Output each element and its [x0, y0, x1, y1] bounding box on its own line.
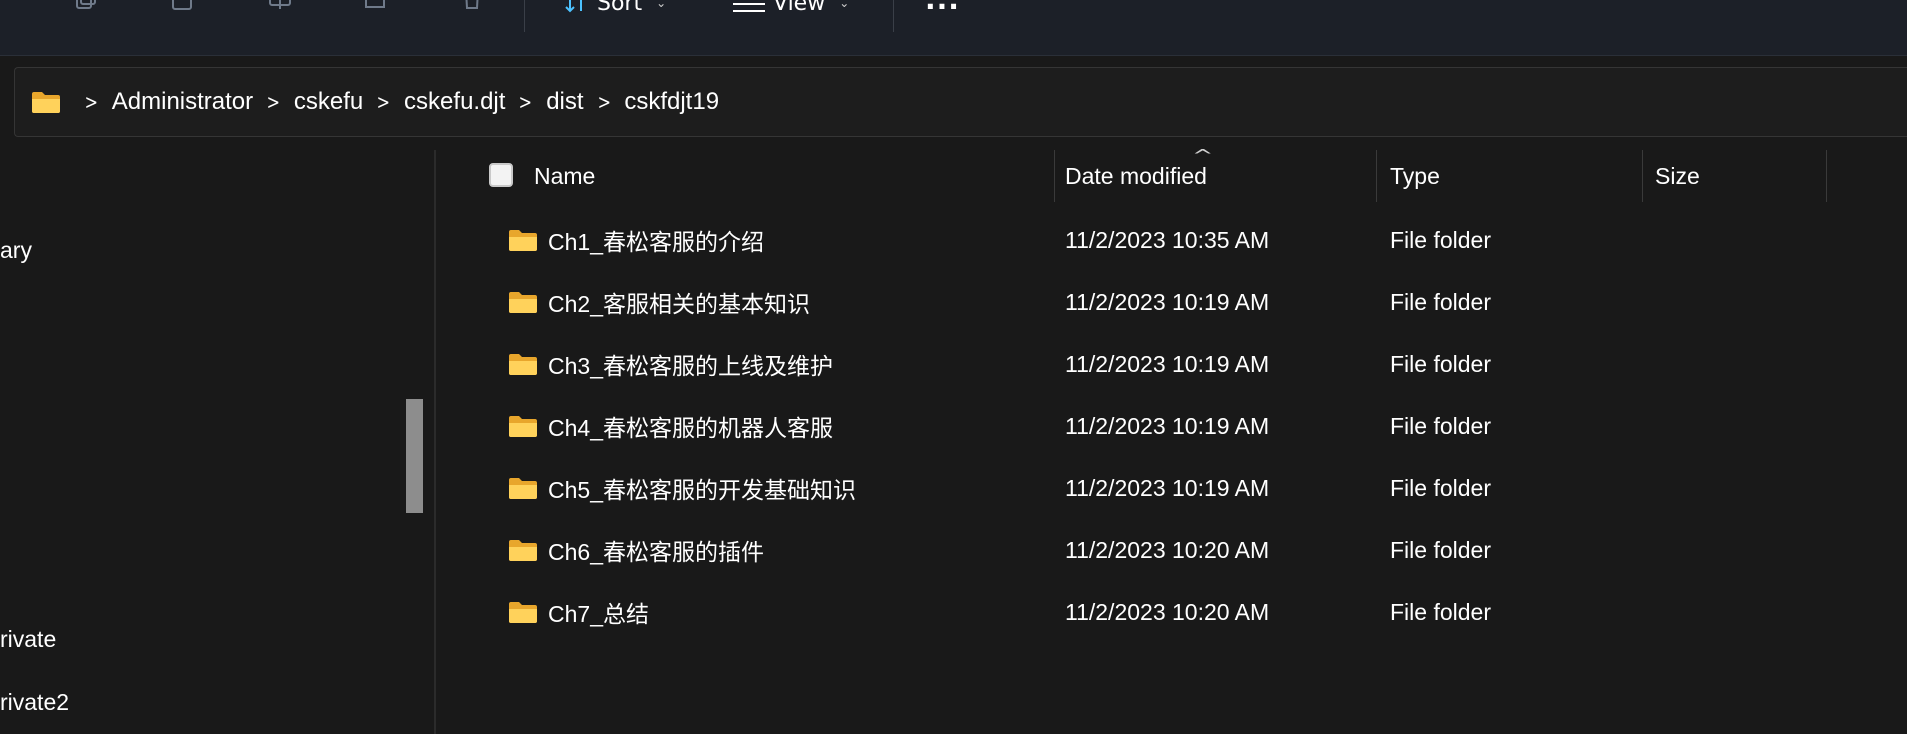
file-name[interactable]: Ch7_总结 — [548, 595, 649, 629]
file-date: 11/2/2023 10:35 AM — [1065, 226, 1270, 253]
view-icon — [733, 3, 765, 12]
chevron-right-icon[interactable]: > — [519, 90, 532, 114]
file-date: 11/2/2023 10:19 AM — [1065, 288, 1270, 315]
toolbar-separator — [893, 0, 894, 32]
column-header-date[interactable]: Date modified — [1065, 150, 1207, 202]
nav-item-private2[interactable]: rivate2 — [0, 689, 69, 716]
folder-icon — [32, 92, 60, 113]
address-bar-area: > Administrator > cskefu > cskefu.djt > … — [0, 56, 1907, 150]
copy-icon[interactable] — [73, 0, 101, 12]
file-row[interactable]: Ch2_客服相关的基本知识 11/2/2023 10:19 AM File fo… — [436, 271, 1907, 333]
chevron-right-icon[interactable]: > — [85, 90, 98, 114]
file-row[interactable]: Ch3_春松客服的上线及维护 11/2/2023 10:19 AM File f… — [436, 333, 1907, 395]
chevron-right-icon[interactable]: > — [377, 90, 390, 114]
file-type: File folder — [1390, 536, 1491, 563]
file-type: File folder — [1390, 226, 1491, 253]
column-header-size[interactable]: Size — [1655, 150, 1700, 202]
select-all-checkbox[interactable] — [489, 163, 513, 187]
paste-icon[interactable] — [168, 0, 196, 12]
file-type: File folder — [1390, 598, 1491, 625]
view-label: View — [773, 0, 826, 16]
column-divider[interactable] — [1376, 150, 1377, 202]
file-name[interactable]: Ch2_客服相关的基本知识 — [548, 285, 810, 319]
folder-icon — [509, 540, 537, 561]
breadcrumb-dist[interactable]: dist — [546, 88, 583, 116]
breadcrumb-cskefu[interactable]: cskefu — [294, 88, 363, 116]
command-bar: Sort ⌄ View ⌄ ··· — [0, 0, 1907, 56]
breadcrumb-cskfdjt19[interactable]: cskfdjt19 — [624, 88, 719, 116]
nav-item-library[interactable]: ary — [0, 237, 32, 264]
file-name[interactable]: Ch5_春松客服的开发基础知识 — [548, 471, 856, 505]
file-date: 11/2/2023 10:19 AM — [1065, 350, 1270, 377]
file-row[interactable]: Ch5_春松客服的开发基础知识 11/2/2023 10:19 AM File … — [436, 457, 1907, 519]
column-divider[interactable] — [1826, 150, 1827, 202]
rename-icon[interactable] — [266, 0, 294, 12]
file-date: 11/2/2023 10:19 AM — [1065, 412, 1270, 439]
file-row[interactable]: Ch4_春松客服的机器人客服 11/2/2023 10:19 AM File f… — [436, 395, 1907, 457]
file-row[interactable]: Ch6_春松客服的插件 11/2/2023 10:20 AM File fold… — [436, 519, 1907, 581]
file-name[interactable]: Ch1_春松客服的介绍 — [548, 223, 764, 257]
column-header-name[interactable]: Name — [534, 150, 595, 202]
chevron-right-icon[interactable]: > — [597, 90, 610, 114]
file-name[interactable]: Ch3_春松客服的上线及维护 — [548, 347, 833, 381]
sort-icon — [565, 0, 582, 13]
chevron-down-icon: ⌄ — [839, 0, 850, 10]
sort-label: Sort — [597, 0, 643, 16]
file-type: File folder — [1390, 412, 1491, 439]
file-date: 11/2/2023 10:20 AM — [1065, 536, 1270, 563]
nav-scrollbar-thumb[interactable] — [406, 399, 423, 513]
file-type: File folder — [1390, 474, 1491, 501]
file-date: 11/2/2023 10:19 AM — [1065, 474, 1270, 501]
breadcrumb-administrator[interactable]: Administrator — [112, 88, 253, 116]
folder-icon — [509, 478, 537, 499]
navigation-pane: ary rivate rivate2 — [0, 150, 434, 734]
more-options-button[interactable]: ··· — [925, 0, 960, 23]
column-header-type[interactable]: Type — [1390, 150, 1440, 202]
file-name[interactable]: Ch6_春松客服的插件 — [548, 533, 764, 567]
column-divider[interactable] — [1642, 150, 1643, 202]
folder-icon — [509, 354, 537, 375]
file-type: File folder — [1390, 350, 1491, 377]
sort-button[interactable]: Sort ⌄ — [563, 0, 666, 16]
folder-icon — [509, 292, 537, 313]
nav-item-private[interactable]: rivate — [0, 626, 56, 653]
breadcrumb-cskefu-djt[interactable]: cskefu.djt — [404, 88, 505, 116]
address-bar[interactable]: > Administrator > cskefu > cskefu.djt > … — [14, 67, 1907, 137]
file-type: File folder — [1390, 288, 1491, 315]
folder-icon — [509, 416, 537, 437]
column-divider[interactable] — [1054, 150, 1055, 202]
toolbar-separator — [524, 0, 525, 32]
column-header-row: ^ Name Date modified Type Size — [436, 146, 1907, 202]
chevron-down-icon: ⌄ — [656, 0, 667, 10]
file-list: ^ Name Date modified Type Size Ch1_春松客服的… — [436, 146, 1907, 734]
file-name[interactable]: Ch4_春松客服的机器人客服 — [548, 409, 833, 443]
file-date: 11/2/2023 10:20 AM — [1065, 598, 1270, 625]
file-row[interactable]: Ch1_春松客服的介绍 11/2/2023 10:35 AM File fold… — [436, 209, 1907, 271]
share-icon[interactable] — [361, 0, 389, 12]
file-row[interactable]: Ch7_总结 11/2/2023 10:20 AM File folder — [436, 581, 1907, 643]
folder-icon — [509, 230, 537, 251]
chevron-right-icon[interactable]: > — [267, 90, 280, 114]
view-button[interactable]: View ⌄ — [733, 0, 849, 16]
delete-icon[interactable] — [458, 0, 486, 12]
folder-icon — [509, 602, 537, 623]
